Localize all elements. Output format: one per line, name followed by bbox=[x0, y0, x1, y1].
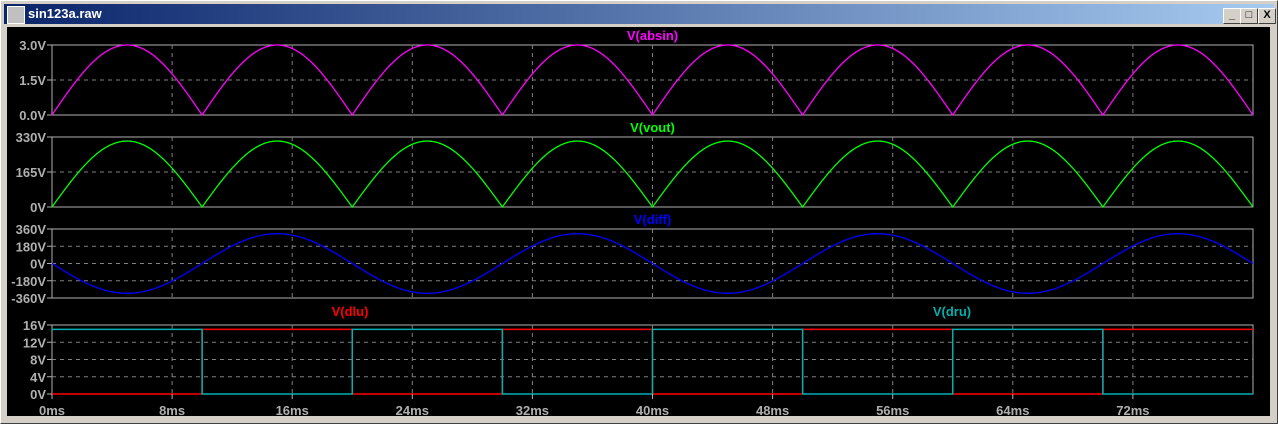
y-tick-label: -180V bbox=[11, 274, 46, 289]
x-tick-label: 0ms bbox=[39, 403, 65, 418]
x-tick-label: 32ms bbox=[516, 403, 549, 418]
trace-label: V(dlu) bbox=[332, 304, 369, 319]
x-tick-label: 48ms bbox=[756, 403, 789, 418]
y-tick-label: 4V bbox=[30, 370, 46, 385]
y-tick-label: 0V bbox=[30, 387, 46, 402]
trace-label: V(absin) bbox=[627, 28, 678, 43]
trace-label: V(dru) bbox=[933, 304, 971, 319]
y-tick-label: -360V bbox=[11, 291, 46, 306]
y-tick-label: 180V bbox=[16, 239, 47, 254]
x-tick-label: 56ms bbox=[876, 403, 909, 418]
y-tick-label: 0V bbox=[30, 200, 46, 215]
y-tick-label: 8V bbox=[30, 353, 46, 368]
x-tick-label: 64ms bbox=[996, 403, 1029, 418]
x-tick-label: 40ms bbox=[636, 403, 669, 418]
x-tick-label: 72ms bbox=[1116, 403, 1149, 418]
y-tick-label: 12V bbox=[23, 335, 46, 350]
y-tick-label: 0.0V bbox=[19, 108, 46, 123]
y-tick-label: 16V bbox=[23, 318, 46, 333]
x-tick-label: 8ms bbox=[159, 403, 185, 418]
y-tick-label: 360V bbox=[16, 222, 47, 237]
y-tick-label: 165V bbox=[16, 165, 47, 180]
x-tick-label: 16ms bbox=[276, 403, 309, 418]
y-tick-label: 330V bbox=[16, 130, 47, 145]
waveform-plot[interactable]: 3.0V 1.5V 0.0V V(absin) 330V 165V 0V V(vout) 360… bbox=[0, 0, 1278, 424]
y-tick-label: 3.0V bbox=[19, 38, 46, 53]
x-tick-label: 24ms bbox=[396, 403, 429, 418]
trace-label: V(diff) bbox=[634, 212, 672, 227]
y-tick-label: 0V bbox=[30, 257, 46, 272]
y-tick-label: 1.5V bbox=[19, 73, 46, 88]
trace-label: V(vout) bbox=[630, 120, 675, 135]
